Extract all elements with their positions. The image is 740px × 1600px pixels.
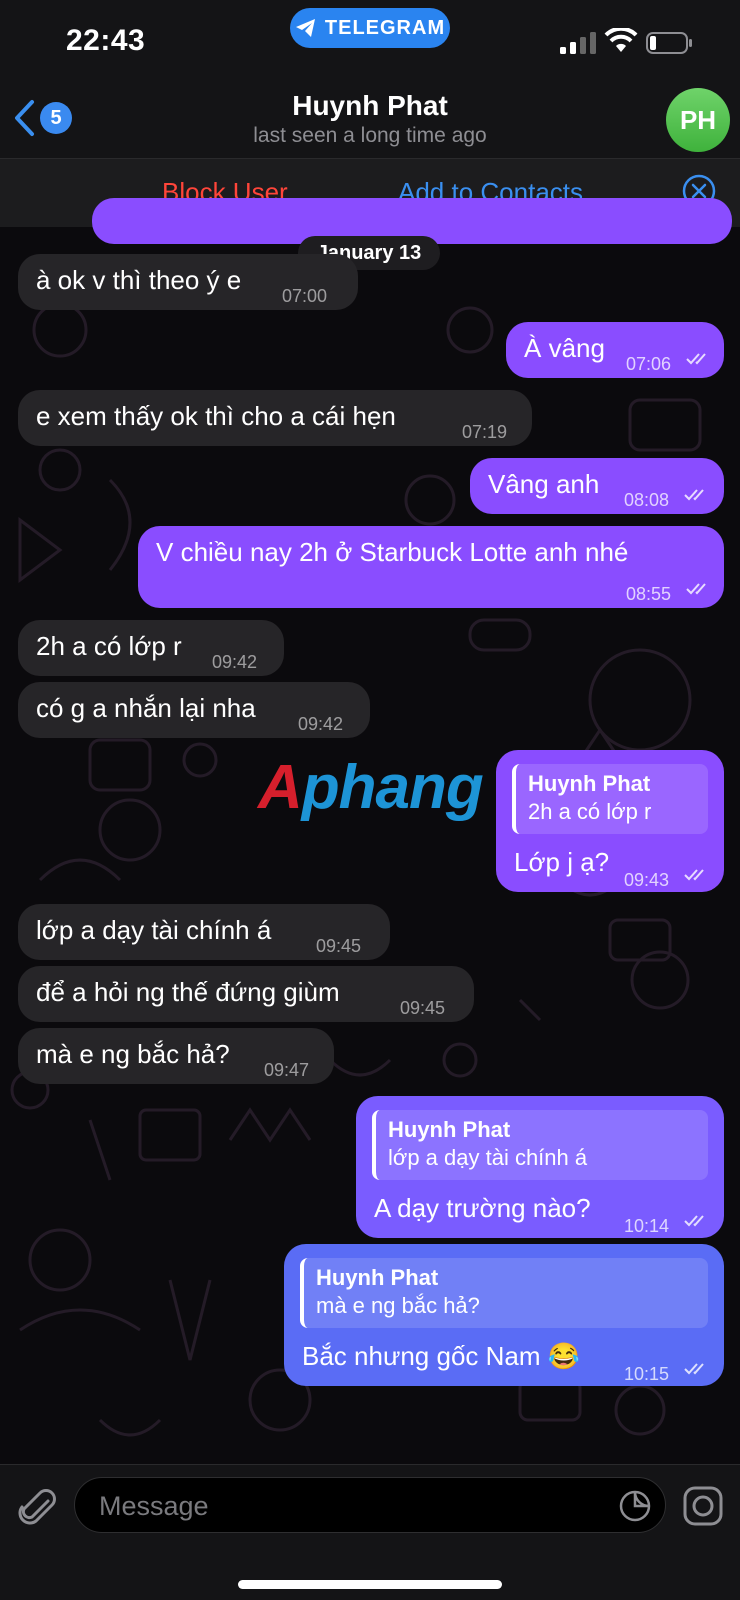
message-text: có g a nhắn lại nha bbox=[36, 693, 256, 723]
message-bubble-outgoing[interactable]: V chiều nay 2h ở Starbuck Lotte anh nhé … bbox=[138, 526, 724, 608]
double-check-icon bbox=[684, 489, 704, 501]
message-bubble-outgoing[interactable]: Vâng anh 08:08 bbox=[470, 458, 724, 514]
message-bubble-incoming[interactable]: có g a nhắn lại nha 09:42 bbox=[18, 682, 370, 738]
message-input-container bbox=[74, 1477, 666, 1534]
message-text: 2h a có lớp r bbox=[36, 631, 182, 661]
signal-icon bbox=[560, 32, 596, 54]
message-text: Lớp j ạ? bbox=[514, 847, 610, 877]
message-text: V chiều nay 2h ở Starbuck Lotte anh nhé bbox=[156, 537, 629, 567]
clock: 22:43 bbox=[66, 24, 146, 57]
telegram-chat-screen: 22:43 TELEGRAM 5 Huynh Phat last seen a … bbox=[0, 0, 740, 1600]
message-time: 09:43 bbox=[624, 870, 670, 890]
message-bubble-incoming[interactable]: 2h a có lớp r 09:42 bbox=[18, 620, 284, 676]
paperclip-icon[interactable] bbox=[18, 1487, 58, 1531]
message-bubble-incoming[interactable]: à ok v thì theo ý e 07:00 bbox=[18, 254, 358, 310]
telegram-pill[interactable]: TELEGRAM bbox=[290, 8, 450, 48]
message-time: 10:14 bbox=[624, 1216, 670, 1236]
message-time: 09:42 bbox=[298, 714, 344, 734]
message-time: 09:45 bbox=[400, 998, 446, 1018]
reply-quote[interactable]: Huynh Phat 2h a có lớp r bbox=[512, 764, 708, 834]
reply-quote[interactable]: Huynh Phat mà e ng bắc hả? bbox=[300, 1258, 708, 1328]
reply-text: 2h a có lớp r bbox=[528, 799, 652, 824]
battery-icon bbox=[646, 32, 692, 54]
chat-header: 5 Huynh Phat last seen a long time ago P… bbox=[0, 84, 740, 158]
wifi-icon bbox=[604, 28, 638, 52]
message-time: 08:55 bbox=[626, 584, 672, 604]
message-time: 07:06 bbox=[626, 354, 672, 374]
reply-text: mà e ng bắc hả? bbox=[316, 1293, 480, 1318]
message-text: lớp a dạy tài chính á bbox=[36, 915, 272, 945]
message-input[interactable] bbox=[97, 1478, 581, 1534]
camera-icon[interactable] bbox=[682, 1485, 724, 1527]
message-time: 09:42 bbox=[212, 652, 258, 672]
double-check-icon bbox=[684, 1363, 704, 1375]
reply-author: Huynh Phat bbox=[528, 771, 651, 796]
double-check-icon bbox=[684, 869, 704, 881]
message-bubble-outgoing-reply[interactable]: Huynh Phat lớp a dạy tài chính á A dạy t… bbox=[356, 1096, 724, 1238]
message-text: à ok v thì theo ý e bbox=[36, 265, 242, 295]
message-text: Bắc nhưng gốc Nam 😂 bbox=[302, 1341, 581, 1371]
last-seen-status: last seen a long time ago bbox=[253, 124, 487, 147]
home-indicator[interactable] bbox=[238, 1580, 502, 1589]
message-bubble-outgoing[interactable]: À vâng 07:06 bbox=[506, 322, 724, 378]
message-bubble-outgoing-reply[interactable]: Huynh Phat mà e ng bắc hả? Bắc nhưng gốc… bbox=[284, 1244, 724, 1386]
watermark-logo: Aphang bbox=[258, 753, 484, 822]
message-text: À vâng bbox=[524, 333, 605, 363]
message-text: A dạy trường nào? bbox=[374, 1193, 591, 1223]
double-check-icon bbox=[684, 1215, 704, 1227]
avatar[interactable]: PH bbox=[666, 88, 730, 152]
message-bubble-incoming[interactable]: lớp a dạy tài chính á 09:45 bbox=[18, 904, 390, 960]
reply-author: Huynh Phat bbox=[316, 1265, 439, 1290]
reply-author: Huynh Phat bbox=[388, 1117, 511, 1142]
message-bubble-incoming[interactable]: để a hỏi ng thế đứng giùm 09:45 bbox=[18, 966, 474, 1022]
status-bar: 22:43 TELEGRAM bbox=[0, 0, 740, 84]
message-text: để a hỏi ng thế đứng giùm bbox=[36, 977, 340, 1007]
sticker-icon[interactable] bbox=[619, 1490, 651, 1522]
message-time: 10:15 bbox=[624, 1364, 670, 1384]
message-time: 07:19 bbox=[462, 422, 508, 442]
message-time: 07:00 bbox=[282, 286, 328, 306]
double-check-icon bbox=[686, 583, 706, 595]
message-bubble-incoming[interactable]: e xem thấy ok thì cho a cái hẹn 07:19 bbox=[18, 390, 532, 446]
chat-title[interactable]: Huynh Phat bbox=[0, 90, 740, 122]
double-check-icon bbox=[686, 353, 706, 365]
telegram-icon bbox=[295, 19, 315, 37]
message-time: 09:45 bbox=[316, 936, 362, 956]
reply-quote[interactable]: Huynh Phat lớp a dạy tài chính á bbox=[372, 1110, 708, 1180]
message-bubble-outgoing-reply[interactable]: Huynh Phat 2h a có lớp r Lớp j ạ? 09:43 bbox=[496, 750, 724, 892]
reply-text: lớp a dạy tài chính á bbox=[388, 1145, 588, 1170]
message-text: e xem thấy ok thì cho a cái hẹn bbox=[36, 401, 396, 431]
message-bubble-incoming[interactable]: mà e ng bắc hả? 09:47 bbox=[18, 1028, 334, 1084]
message-text: Vâng anh bbox=[488, 469, 600, 499]
telegram-pill-label: TELEGRAM bbox=[324, 16, 446, 39]
message-text: mà e ng bắc hả? bbox=[36, 1039, 230, 1069]
message-time: 09:47 bbox=[264, 1060, 310, 1080]
message-time: 08:08 bbox=[624, 490, 670, 510]
